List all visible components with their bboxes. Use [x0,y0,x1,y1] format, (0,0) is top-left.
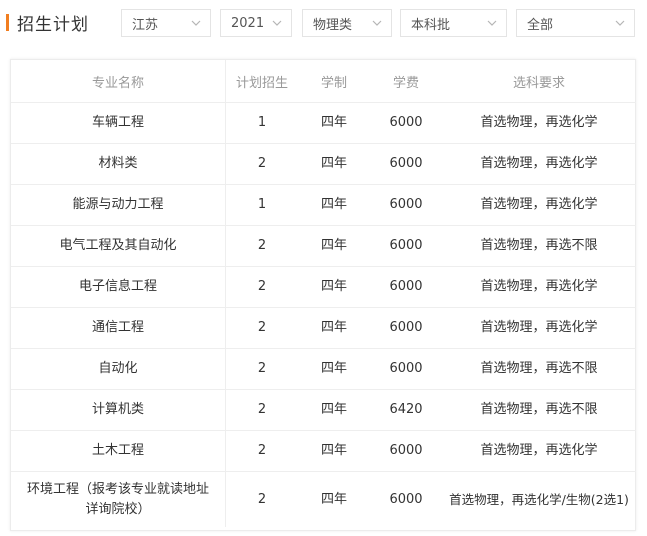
cell-major-name: 自动化 [11,348,226,390]
cell-major-name: 计算机类 [11,389,226,431]
cell-plan-count: 2 [225,348,298,390]
type-select-value: 全部 [527,17,554,33]
cell-subject-requirement: 首选物理，再选化学 [442,102,636,144]
cell-duration: 四年 [298,307,370,349]
header-duration: 学制 [320,75,347,91]
table-row: 自动化 2 四年 6000 首选物理，再选不限 [11,348,636,390]
table-header-row: 专业名称 计划招生 学制 学费 选科要求 [11,60,636,103]
cell-duration: 四年 [298,430,370,472]
chevron-down-icon [487,20,497,26]
table-row: 能源与动力工程 1 四年 6000 首选物理，再选化学 [11,184,636,226]
plan-table-card: 专业名称 计划招生 学制 学费 选科要求 车辆工程 1 四年 6000 首选物理… [10,59,636,531]
cell-plan-count: 2 [225,430,298,472]
header-major-name: 专业名称 [11,60,226,103]
cell-subject-requirement: 首选物理，再选化学/生物(2选1) [442,471,636,527]
header-tuition: 学费 [392,75,419,91]
table-row: 车辆工程 1 四年 6000 首选物理，再选化学 [11,102,636,144]
cell-major-name: 通信工程 [11,307,226,349]
plan-table: 专业名称 计划招生 学制 学费 选科要求 车辆工程 1 四年 6000 首选物理… [11,60,636,527]
cell-duration: 四年 [298,143,370,185]
page-title: 招生计划 [17,15,89,35]
table-row: 通信工程 2 四年 6000 首选物理，再选化学 [11,307,636,349]
cell-plan-count: 2 [225,225,298,267]
province-select-value: 江苏 [132,17,159,33]
province-select[interactable]: 江苏 [121,9,211,37]
cell-duration: 四年 [298,102,370,144]
title-wrap: 招生计划 [6,10,89,35]
cell-subject-requirement: 首选物理，再选化学 [442,143,636,185]
chevron-down-icon [272,20,282,26]
cell-duration: 四年 [298,348,370,390]
cell-duration: 四年 [298,184,370,226]
cell-tuition: 6000 [370,102,442,144]
table-row: 环境工程（报考该专业就读地址详询院校） 2 四年 6000 首选物理，再选化学/… [11,471,636,527]
cell-tuition: 6000 [370,143,442,185]
cell-tuition: 6000 [370,225,442,267]
table-row: 电子信息工程 2 四年 6000 首选物理，再选化学 [11,266,636,308]
cell-tuition: 6000 [370,348,442,390]
cell-plan-count: 2 [225,307,298,349]
batch-select-value: 本科批 [411,17,451,33]
cell-plan-count: 2 [225,143,298,185]
cell-tuition: 6000 [370,266,442,308]
type-select[interactable]: 全部 [516,9,635,37]
cell-major-name: 能源与动力工程 [11,184,226,226]
cell-major-name: 材料类 [11,143,226,185]
cell-subject-requirement: 首选物理，再选不限 [442,348,636,390]
cell-tuition: 6000 [370,430,442,472]
cell-subject-requirement: 首选物理，再选不限 [442,225,636,267]
cell-plan-count: 2 [225,266,298,308]
cell-plan-count: 1 [225,102,298,144]
header-subject-requirement: 选科要求 [512,75,565,91]
cell-subject-requirement: 首选物理，再选化学 [442,430,636,472]
cell-subject-requirement: 首选物理，再选化学 [442,266,636,308]
table-row: 电气工程及其自动化 2 四年 6000 首选物理，再选不限 [11,225,636,267]
cell-plan-count: 2 [225,471,298,527]
cell-plan-count: 1 [225,184,298,226]
subject-select-value: 物理类 [313,17,353,33]
cell-tuition: 6000 [370,184,442,226]
cell-tuition: 6420 [370,389,442,431]
subject-select[interactable]: 物理类 [302,9,392,37]
cell-tuition: 6000 [370,471,442,527]
cell-duration: 四年 [298,471,370,527]
table-row: 计算机类 2 四年 6420 首选物理，再选不限 [11,389,636,431]
cell-subject-requirement: 首选物理，再选化学 [442,307,636,349]
header-plan-count: 计划招生 [235,75,288,91]
cell-plan-count: 2 [225,389,298,431]
chevron-down-icon [372,20,382,26]
top-bar: 招生计划 江苏 2021 物理类 本科批 全部 [0,0,647,50]
cell-major-name: 土木工程 [11,430,226,472]
cell-major-name: 电气工程及其自动化 [11,225,226,267]
cell-major-name: 环境工程（报考该专业就读地址详询院校） [11,471,226,527]
cell-duration: 四年 [298,225,370,267]
table-row: 材料类 2 四年 6000 首选物理，再选化学 [11,143,636,185]
year-select[interactable]: 2021 [220,9,292,37]
title-accent-bar [6,14,9,31]
cell-tuition: 6000 [370,307,442,349]
cell-subject-requirement: 首选物理，再选化学 [442,184,636,226]
chevron-down-icon [615,20,625,26]
chevron-down-icon [191,20,201,26]
cell-duration: 四年 [298,389,370,431]
cell-subject-requirement: 首选物理，再选不限 [442,389,636,431]
year-select-value: 2021 [231,15,265,31]
cell-major-name: 车辆工程 [11,102,226,144]
cell-duration: 四年 [298,266,370,308]
cell-major-name: 电子信息工程 [11,266,226,308]
batch-select[interactable]: 本科批 [400,9,507,37]
table-row: 土木工程 2 四年 6000 首选物理，再选化学 [11,430,636,472]
